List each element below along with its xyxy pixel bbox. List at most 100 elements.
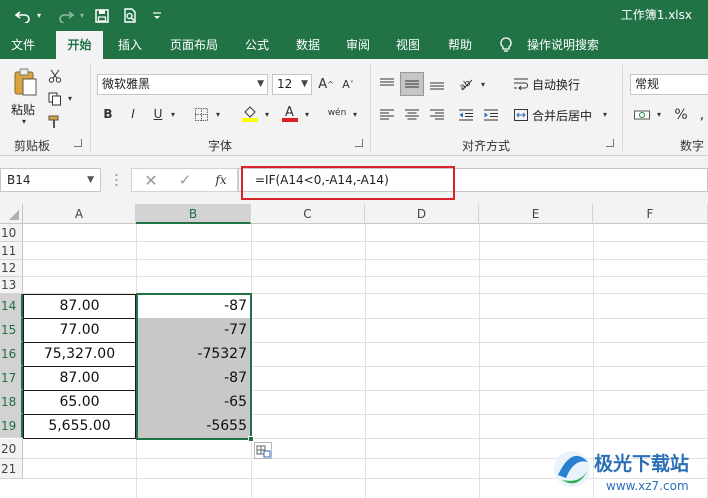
- customize-toolbar-icon[interactable]: [150, 0, 164, 31]
- cell-a19[interactable]: 5,655.00: [23, 414, 136, 439]
- merge-center-button[interactable]: 合并后居中: [532, 107, 592, 124]
- quick-analysis-icon[interactable]: [254, 442, 272, 459]
- font-size-combo[interactable]: 12 ▼: [272, 74, 312, 95]
- svg-text:ab: ab: [458, 78, 473, 92]
- number-format-combo[interactable]: 常规: [630, 74, 708, 95]
- percent-button[interactable]: %: [672, 105, 690, 125]
- italic-button[interactable]: I: [124, 105, 142, 123]
- comma-style-icon[interactable]: ,: [696, 105, 708, 125]
- column-header-b[interactable]: B: [136, 204, 251, 224]
- merge-dropdown-icon[interactable]: ▾: [600, 107, 610, 121]
- row-header-10[interactable]: 10: [0, 224, 23, 242]
- select-all-button[interactable]: [0, 204, 23, 224]
- tab-data[interactable]: 数据: [288, 31, 328, 59]
- tab-insert[interactable]: 插入: [108, 31, 152, 59]
- font-group-label: 字体: [208, 139, 233, 153]
- wrap-text-icon[interactable]: [512, 74, 530, 94]
- align-middle-icon[interactable]: [400, 72, 424, 96]
- borders-dropdown-icon[interactable]: ▾: [213, 107, 223, 121]
- borders-icon[interactable]: [192, 105, 210, 123]
- row-header-13[interactable]: 13: [0, 277, 23, 294]
- separator: [622, 65, 623, 151]
- font-dialog-launcher[interactable]: [355, 139, 363, 147]
- row-header-14[interactable]: 14: [0, 294, 23, 318]
- cut-icon[interactable]: [46, 67, 64, 85]
- font-name-combo[interactable]: 微软雅黑 ▼: [97, 74, 268, 95]
- tab-help[interactable]: 帮助: [438, 31, 482, 59]
- row-header-20[interactable]: 20: [0, 439, 23, 459]
- fill-color-icon[interactable]: [240, 103, 260, 123]
- tab-formulas[interactable]: 公式: [236, 31, 278, 59]
- insert-function-icon[interactable]: fx: [212, 172, 230, 188]
- undo-icon[interactable]: [12, 0, 34, 31]
- increase-font-size-icon[interactable]: A ^: [318, 75, 334, 93]
- cell-a15[interactable]: 77.00: [23, 318, 136, 343]
- paste-dropdown-icon[interactable]: ▾: [18, 117, 30, 126]
- paste-icon[interactable]: [10, 67, 40, 99]
- redo-dropdown-icon[interactable]: ▾: [77, 0, 87, 31]
- bold-button[interactable]: B: [99, 105, 117, 123]
- currency-format-icon[interactable]: [632, 105, 652, 125]
- name-box[interactable]: B14 ▼: [0, 168, 101, 192]
- decrease-font-size-icon[interactable]: Aˇ: [340, 75, 356, 93]
- row-header-21[interactable]: 21: [0, 459, 23, 479]
- drag-handle-icon[interactable]: [114, 172, 118, 188]
- decrease-indent-icon[interactable]: [455, 105, 477, 125]
- increase-indent-icon[interactable]: [480, 105, 502, 125]
- align-left-icon[interactable]: [376, 105, 398, 125]
- orientation-dropdown-icon[interactable]: ▾: [478, 77, 488, 91]
- column-header-f[interactable]: F: [593, 204, 708, 224]
- phonetic-dropdown-icon[interactable]: ▾: [350, 107, 360, 121]
- row-header-16[interactable]: 16: [0, 342, 23, 366]
- alignment-dialog-launcher[interactable]: [606, 139, 614, 147]
- cell-a16[interactable]: 75,327.00: [23, 342, 136, 367]
- align-right-icon[interactable]: [426, 105, 448, 125]
- row-header-11[interactable]: 11: [0, 242, 23, 260]
- tab-view[interactable]: 视图: [388, 31, 428, 59]
- redo-icon[interactable]: [55, 0, 77, 31]
- wrap-text-button[interactable]: 自动换行: [532, 76, 580, 93]
- phonetic-guide-icon[interactable]: wén: [324, 103, 350, 123]
- cell-a14[interactable]: 87.00: [23, 294, 136, 319]
- column-header-e[interactable]: E: [479, 204, 593, 224]
- column-header-a[interactable]: A: [23, 204, 136, 224]
- copy-dropdown-icon[interactable]: ▾: [66, 92, 74, 104]
- font-color-dropdown-icon[interactable]: ▾: [302, 107, 312, 121]
- underline-button[interactable]: U: [149, 105, 167, 123]
- cell-a18[interactable]: 65.00: [23, 390, 136, 415]
- cancel-entry-icon[interactable]: ✕: [142, 171, 160, 190]
- ribbon-home: 粘贴 ▾ ▾ 剪贴板 微软雅黑 ▼ 12 ▼ A ^ Aˇ B I U ▾ ▾ ▾…: [0, 59, 708, 156]
- ribbon-tabs: 文件 开始 插入 页面布局 公式 数据 审阅 视图 帮助 操作说明搜索: [0, 31, 708, 59]
- tab-review[interactable]: 审阅: [338, 31, 378, 59]
- align-top-icon[interactable]: [376, 74, 398, 94]
- row-header-15[interactable]: 15: [0, 318, 23, 342]
- fill-color-dropdown-icon[interactable]: ▾: [262, 107, 272, 121]
- column-header-d[interactable]: D: [365, 204, 479, 224]
- row-header-18[interactable]: 18: [0, 390, 23, 414]
- clipboard-dialog-launcher[interactable]: [74, 139, 82, 147]
- row-header-17[interactable]: 17: [0, 366, 23, 390]
- confirm-entry-icon[interactable]: ✓: [176, 171, 194, 189]
- orientation-icon[interactable]: ab: [455, 74, 477, 94]
- save-icon[interactable]: [92, 0, 112, 31]
- tab-home[interactable]: 开始: [56, 31, 103, 59]
- tab-page-layout[interactable]: 页面布局: [162, 31, 226, 59]
- cell-a17[interactable]: 87.00: [23, 366, 136, 391]
- watermark-url: www.xz7.com: [606, 479, 689, 493]
- underline-dropdown-icon[interactable]: ▾: [168, 107, 178, 121]
- row-header-19[interactable]: 19: [0, 414, 23, 438]
- tab-file[interactable]: 文件: [0, 31, 46, 59]
- font-color-icon[interactable]: A: [280, 103, 300, 123]
- worksheet-grid[interactable]: A B C D E F 10 11 12 13 14 15 16 17 18 1…: [0, 204, 708, 498]
- tell-me-search[interactable]: 操作说明搜索: [520, 31, 606, 59]
- print-preview-icon[interactable]: [120, 0, 140, 31]
- currency-dropdown-icon[interactable]: ▾: [654, 107, 664, 121]
- align-bottom-icon[interactable]: [426, 74, 448, 94]
- row-header-12[interactable]: 12: [0, 260, 23, 277]
- merge-center-icon[interactable]: [512, 105, 530, 125]
- align-center-icon[interactable]: [401, 105, 423, 125]
- undo-dropdown-icon[interactable]: ▾: [34, 0, 44, 31]
- copy-icon[interactable]: [46, 90, 64, 108]
- format-painter-icon[interactable]: [46, 113, 64, 131]
- column-header-c[interactable]: C: [251, 204, 365, 224]
